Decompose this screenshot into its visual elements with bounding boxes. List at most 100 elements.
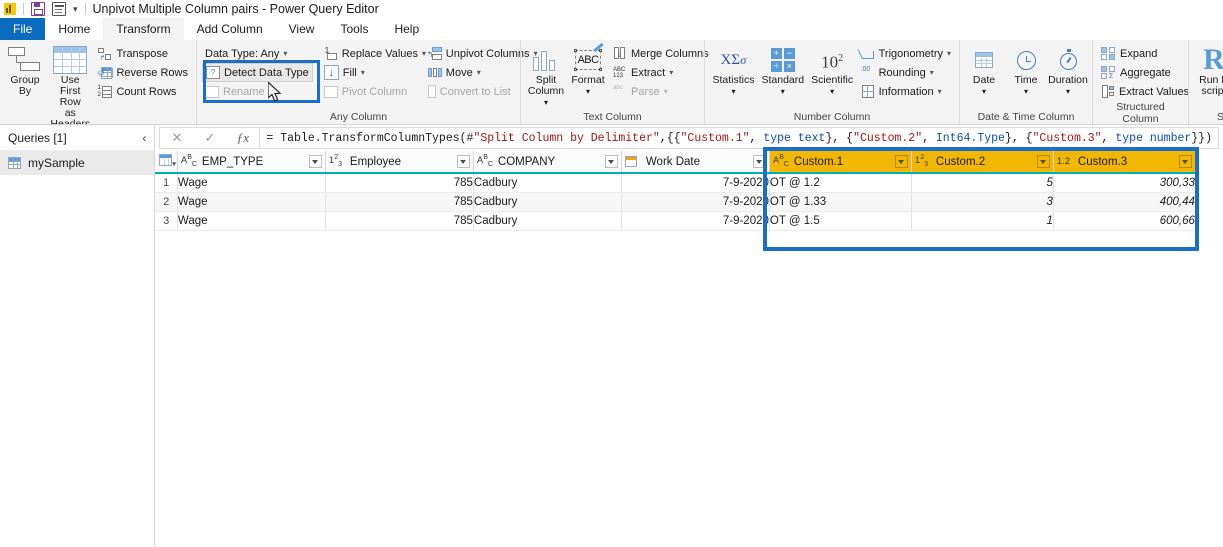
cell-custom-2[interactable]: 3 bbox=[911, 192, 1053, 211]
save-icon[interactable] bbox=[31, 2, 45, 16]
data-type-button[interactable]: Data Type: Any ▾ bbox=[202, 44, 313, 63]
aggregate-button[interactable]: Σ Aggregate bbox=[1098, 63, 1192, 82]
accept-check-icon[interactable]: ✓ bbox=[193, 128, 226, 148]
pivot-column-button[interactable]: Pivot Column bbox=[321, 82, 417, 101]
cell-employee[interactable]: 785 bbox=[325, 173, 473, 192]
count-rows-button[interactable]: 1 2 Count Rows bbox=[95, 82, 191, 101]
chevron-down-icon[interactable]: ▾ bbox=[283, 49, 287, 58]
expand-button[interactable]: Expand bbox=[1098, 44, 1192, 63]
cell-custom-3[interactable]: 600,66 bbox=[1053, 211, 1195, 230]
column-filter-dropdown[interactable] bbox=[1179, 155, 1192, 168]
cell-custom-2[interactable]: 1 bbox=[911, 211, 1053, 230]
tab-view[interactable]: View bbox=[276, 18, 328, 40]
transpose-button[interactable]: ↱ Transpose bbox=[95, 44, 191, 63]
extract-values-button[interactable]: Extract Values bbox=[1098, 82, 1192, 101]
cell-company[interactable]: Cadbury bbox=[473, 211, 621, 230]
column-header-emp-type[interactable]: ABCEMP_TYPE bbox=[177, 151, 325, 173]
column-header-custom-1[interactable]: ABCCustom.1 bbox=[769, 151, 911, 173]
chevron-down-icon[interactable]: ▾ bbox=[982, 87, 986, 96]
cell-work-date[interactable]: 7-9-2020 bbox=[621, 211, 769, 230]
cell-custom-1[interactable]: OT @ 1.2 bbox=[769, 173, 911, 192]
chevron-down-icon[interactable]: ▾ bbox=[669, 68, 673, 77]
formula-input[interactable]: = Table.TransformColumnTypes(#"Split Col… bbox=[260, 127, 1219, 149]
cell-custom-1[interactable]: OT @ 1.5 bbox=[769, 211, 911, 230]
trigonometry-button[interactable]: Trigonometry ▾ bbox=[858, 44, 954, 63]
information-button[interactable]: Information ▾ bbox=[858, 82, 954, 101]
rename-button[interactable]: Rename bbox=[202, 82, 313, 101]
reverse-rows-button[interactable]: ↺ Reverse Rows bbox=[95, 63, 191, 82]
chevron-down-icon[interactable]: ▾ bbox=[477, 68, 481, 77]
chevron-down-icon[interactable]: ▾ bbox=[947, 49, 951, 58]
chevron-down-icon[interactable]: ▾ bbox=[732, 87, 736, 96]
column-header-custom-2[interactable]: 123Custom.2 bbox=[911, 151, 1053, 173]
chevron-down-icon[interactable]: ▾ bbox=[544, 98, 548, 107]
column-header-custom-3[interactable]: 1.2Custom.3 bbox=[1053, 151, 1195, 173]
cell-emp-type[interactable]: Wage bbox=[177, 192, 325, 211]
tab-tools[interactable]: Tools bbox=[327, 18, 381, 40]
scientific-button[interactable]: 102 Scientific▾ bbox=[809, 43, 856, 97]
run-r-script-button[interactable]: R Run Rscript bbox=[1194, 43, 1223, 97]
time-button[interactable]: Time▾ bbox=[1006, 43, 1046, 97]
chevron-down-icon[interactable]: ▾ bbox=[1066, 87, 1070, 96]
replace-values-button[interactable]: 1 Replace Values ▾ bbox=[321, 44, 417, 63]
tab-file[interactable]: File bbox=[0, 18, 45, 40]
cell-employee[interactable]: 785 bbox=[325, 211, 473, 230]
merge-columns-button[interactable]: ↓ Merge Columns bbox=[610, 44, 712, 63]
cell-custom-3[interactable]: 400,44 bbox=[1053, 192, 1195, 211]
tab-add-column[interactable]: Add Column bbox=[184, 18, 276, 40]
cell-work-date[interactable]: 7-9-2020 bbox=[621, 192, 769, 211]
cell-work-date[interactable]: 7-9-2020 bbox=[621, 173, 769, 192]
chevron-down-icon[interactable]: ▾ bbox=[1024, 87, 1028, 96]
table-row[interactable]: 3Wage785Cadbury7-9-2020OT @ 1.51600,66 bbox=[155, 211, 1195, 230]
statistics-button[interactable]: ΧΣσ Statistics▾ bbox=[710, 43, 757, 97]
parse-button[interactable]: abc Parse ▾ bbox=[610, 82, 712, 101]
cell-custom-2[interactable]: 5 bbox=[911, 173, 1053, 192]
extract-button[interactable]: ABC123 Extract ▾ bbox=[610, 63, 712, 82]
fx-icon[interactable]: ƒx bbox=[226, 128, 259, 148]
chevron-down-icon[interactable]: ▾ bbox=[361, 68, 365, 77]
open-doc-icon[interactable] bbox=[52, 2, 66, 16]
rounding-button[interactable]: .00 Rounding ▾ bbox=[858, 63, 954, 82]
cell-emp-type[interactable]: Wage bbox=[177, 173, 325, 192]
table-row[interactable]: 1Wage785Cadbury7-9-2020OT @ 1.25300,33 bbox=[155, 173, 1195, 192]
duration-button[interactable]: Duration▾ bbox=[1048, 43, 1088, 97]
move-button[interactable]: Move ▾ bbox=[425, 63, 529, 82]
column-header-work-date[interactable]: Work Date bbox=[621, 151, 769, 173]
column-filter-dropdown[interactable] bbox=[309, 155, 322, 168]
cell-company[interactable]: Cadbury bbox=[473, 192, 621, 211]
tab-help[interactable]: Help bbox=[381, 18, 432, 40]
tab-home[interactable]: Home bbox=[45, 18, 103, 40]
split-column-button[interactable]: SplitColumn ▾ bbox=[526, 43, 566, 108]
select-all-corner[interactable]: ▾ bbox=[155, 151, 177, 173]
detect-data-type-button[interactable]: ? Detect Data Type bbox=[202, 63, 313, 82]
column-filter-dropdown[interactable] bbox=[457, 155, 470, 168]
cell-custom-1[interactable]: OT @ 1.33 bbox=[769, 192, 911, 211]
cell-employee[interactable]: 785 bbox=[325, 192, 473, 211]
chevron-down-icon[interactable]: ▾ bbox=[938, 87, 942, 96]
standard-button[interactable]: + − ÷ × Standard▾ bbox=[759, 43, 807, 97]
fill-button[interactable]: Fill ▾ bbox=[321, 63, 417, 82]
cell-emp-type[interactable]: Wage bbox=[177, 211, 325, 230]
unpivot-columns-button[interactable]: ↰ Unpivot Columns ▾ bbox=[425, 44, 529, 63]
column-header-company[interactable]: ABCCOMPANY bbox=[473, 151, 621, 173]
chevron-down-icon[interactable]: ▾ bbox=[586, 87, 590, 96]
tab-transform[interactable]: Transform bbox=[103, 18, 183, 40]
chevron-down-icon[interactable]: ▾ bbox=[781, 87, 785, 96]
chevron-left-icon[interactable]: ‹ bbox=[142, 131, 146, 145]
column-filter-dropdown[interactable] bbox=[1037, 155, 1050, 168]
use-first-row-as-headers-button[interactable]: Use First Rowas Headers ▾ bbox=[47, 43, 93, 125]
chevron-down-icon[interactable]: ▾ bbox=[930, 68, 934, 77]
group-by-button[interactable]: GroupBy bbox=[5, 43, 45, 97]
cell-company[interactable]: Cadbury bbox=[473, 173, 621, 192]
column-header-employee[interactable]: 123Employee bbox=[325, 151, 473, 173]
column-filter-dropdown[interactable] bbox=[753, 155, 766, 168]
date-button[interactable]: Date▾ bbox=[964, 43, 1004, 97]
customize-caret-icon[interactable]: ▾ bbox=[73, 5, 78, 14]
cell-custom-3[interactable]: 300,33 bbox=[1053, 173, 1195, 192]
column-filter-dropdown[interactable] bbox=[895, 155, 908, 168]
format-button[interactable]: ABC Format▾ bbox=[568, 43, 608, 97]
query-item-mysample[interactable]: mySample bbox=[0, 151, 154, 175]
chevron-down-icon[interactable]: ▾ bbox=[664, 87, 668, 96]
table-row[interactable]: 2Wage785Cadbury7-9-2020OT @ 1.333400,44 bbox=[155, 192, 1195, 211]
convert-to-list-button[interactable]: Convert to List bbox=[425, 82, 529, 101]
